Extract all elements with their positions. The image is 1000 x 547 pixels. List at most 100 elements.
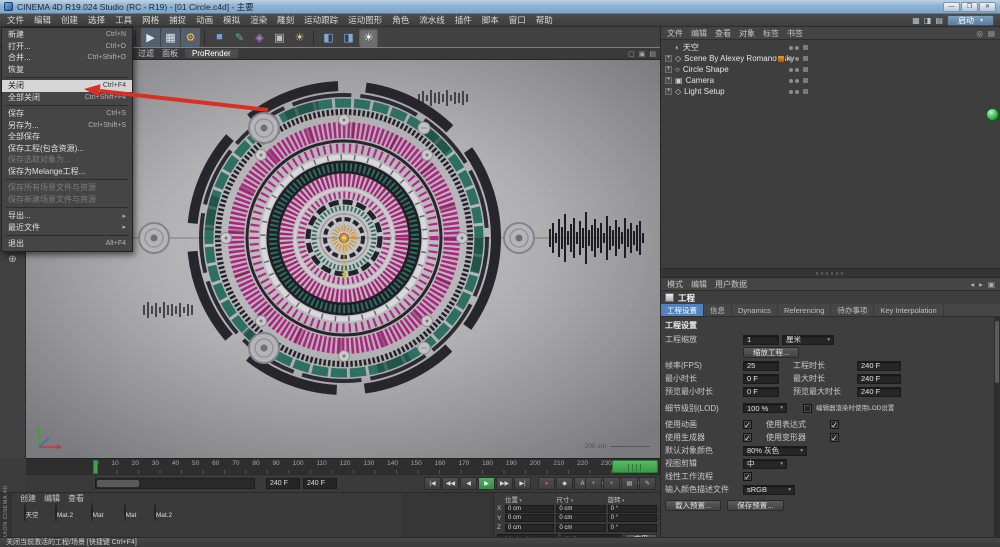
om-filter-icon[interactable]: ▤ [988, 29, 995, 38]
menubar-item[interactable]: 雕刻 [272, 14, 299, 26]
menubar-item[interactable]: 脚本 [477, 14, 504, 26]
add-cube-button[interactable]: ■ [210, 28, 229, 47]
file-menu-item[interactable]: 导出... ▸ [2, 210, 132, 222]
size-field[interactable]: 0 cm [556, 514, 605, 522]
coordinate-column-header[interactable]: 位置 [505, 494, 554, 504]
om-menu-item[interactable]: 文件 [663, 28, 687, 39]
toolbar-separator[interactable] [135, 30, 136, 45]
rotation-field[interactable]: 0 ° [608, 524, 657, 532]
input-color-profile-dropdown[interactable]: sRGB [743, 485, 795, 495]
camera-tool-button[interactable]: ▣ [270, 28, 289, 47]
enable-toggle[interactable] [803, 45, 808, 50]
attribute-tab[interactable]: Dynamics [732, 304, 778, 316]
object-name[interactable]: 天空 [683, 42, 699, 53]
coordinate-column-header[interactable]: 尺寸 [556, 494, 605, 504]
visibility-dots[interactable] [789, 90, 799, 94]
menubar-item[interactable]: 创建 [56, 14, 83, 26]
playhead[interactable] [93, 460, 98, 474]
attribute-tab[interactable]: Key Interpolation [874, 304, 943, 316]
object-name[interactable]: Light Setup [684, 87, 724, 96]
om-menu-item[interactable]: 对象 [735, 28, 759, 39]
mograph-button[interactable]: ◈ [250, 28, 269, 47]
menubar-item[interactable]: 模拟 [218, 14, 245, 26]
menubar-item[interactable]: 选择 [83, 14, 110, 26]
am-lock-icon[interactable]: ▣ [988, 280, 995, 289]
file-menu-item[interactable] [6, 77, 128, 78]
attribute-tab[interactable]: 信息 [704, 304, 732, 316]
file-menu-item[interactable] [6, 105, 128, 106]
viewport-toggle-icon[interactable]: ▢ [628, 50, 635, 58]
rotation-field[interactable]: 0 ° [608, 505, 657, 513]
save-preset-button[interactable]: 保存预置... [727, 500, 783, 511]
file-menu-item[interactable]: 保存工程(包含资源)... [2, 143, 132, 155]
am-history-forward-icon[interactable]: ▸ [979, 280, 983, 289]
material-menu-item[interactable]: 创建 [16, 493, 40, 504]
menubar-item[interactable]: 渲染 [245, 14, 272, 26]
render-view-button[interactable]: ▶ [141, 28, 160, 47]
file-menu-item[interactable]: 恢复 [2, 64, 132, 76]
visibility-dots[interactable] [789, 79, 799, 83]
display-mode-b-button[interactable]: ◨ [339, 28, 358, 47]
om-menu-item[interactable]: 标签 [759, 28, 783, 39]
snap-icon[interactable]: ⊕ [3, 250, 23, 269]
enable-toggle[interactable] [803, 89, 808, 94]
om-menu-item[interactable]: 查看 [711, 28, 735, 39]
am-menu-item[interactable]: 编辑 [687, 279, 711, 290]
layout-b-icon[interactable]: ▤ [935, 16, 943, 25]
default-object-color-dropdown[interactable]: 80% 灰色 [743, 446, 807, 456]
use-generators-checkbox[interactable] [743, 433, 752, 442]
object-row[interactable]: + ▣ Camera [661, 75, 1000, 86]
timeline-scrollbar[interactable] [95, 478, 255, 489]
visibility-dots[interactable] [789, 68, 799, 72]
expand-toggle[interactable]: + [665, 77, 672, 84]
coordinate-column-header[interactable]: 旋转 [608, 494, 657, 504]
record-keyframe-button[interactable]: ● [538, 477, 555, 490]
toolbar-separator[interactable] [204, 30, 205, 45]
material-menu-item[interactable]: 编辑 [40, 493, 64, 504]
object-name[interactable]: Camera [686, 76, 714, 85]
file-menu-item[interactable]: 合并... Ctrl+Shift+O [2, 52, 132, 64]
file-menu-item[interactable]: 全部保存 [2, 131, 132, 143]
rotation-field[interactable]: 0 ° [608, 514, 657, 522]
palette-icon[interactable]: ▦ [912, 16, 920, 25]
om-search-icon[interactable]: ◎ [976, 29, 983, 38]
file-menu-item[interactable]: 打开... Ctrl+O [2, 41, 132, 53]
object-name[interactable]: Circle Shape [683, 65, 729, 74]
attribute-tab[interactable]: 待办事项 [831, 304, 874, 316]
visibility-dots[interactable] [789, 46, 799, 50]
timeline-window-button[interactable]: ▤ [621, 477, 638, 490]
use-expressions-checkbox[interactable] [830, 420, 839, 429]
toolbar-separator[interactable] [313, 30, 314, 45]
project-scale-unit-dropdown[interactable]: 厘米 [782, 335, 834, 345]
project-scale-field[interactable]: 1 [743, 335, 779, 345]
visibility-dots[interactable] [789, 57, 799, 61]
add-marker-button[interactable]: + [585, 477, 602, 490]
keyframe-button[interactable]: ◆ [556, 477, 573, 490]
green-sphere-icon[interactable] [986, 108, 999, 121]
menubar-item[interactable]: 窗口 [504, 14, 531, 26]
duration-field[interactable]: 240 F [303, 478, 337, 489]
light-tool-button[interactable]: ☀ [290, 28, 309, 47]
goto-end-button[interactable]: ▶| [514, 477, 531, 490]
am-menu-item[interactable]: 用户数据 [711, 279, 751, 290]
use-animation-checkbox[interactable] [743, 420, 752, 429]
project-duration-field[interactable]: 240 F [857, 361, 901, 371]
expand-toggle[interactable]: + [665, 55, 672, 62]
material-swatch[interactable]: Mat.2 [50, 504, 78, 522]
menubar-item[interactable]: 运动跟踪 [299, 14, 343, 26]
enable-toggle[interactable] [803, 78, 808, 83]
max-time-field[interactable]: 240 F [857, 374, 901, 384]
material-swatch[interactable]: Mat.2 [149, 504, 177, 522]
viewport-menu-item[interactable]: 过滤 [134, 48, 158, 59]
position-field[interactable]: 0 cm [505, 524, 554, 532]
lod-editor-checkbox[interactable] [803, 404, 812, 413]
size-field[interactable]: 0 cm [556, 524, 605, 532]
preview-max-field[interactable]: 240 F [857, 387, 901, 397]
file-menu-item[interactable]: 保存 Ctrl+S [2, 108, 132, 120]
scale-project-button[interactable]: 缩放工程... [743, 347, 799, 358]
menubar-item[interactable]: 网格 [137, 14, 164, 26]
menubar-item[interactable]: 运动图形 [343, 14, 387, 26]
object-row[interactable]: ◐ 天空 [661, 42, 1000, 53]
file-menu-item[interactable]: 保存所有场景文件与资源 [2, 182, 132, 194]
position-field[interactable]: 0 cm [505, 505, 554, 513]
